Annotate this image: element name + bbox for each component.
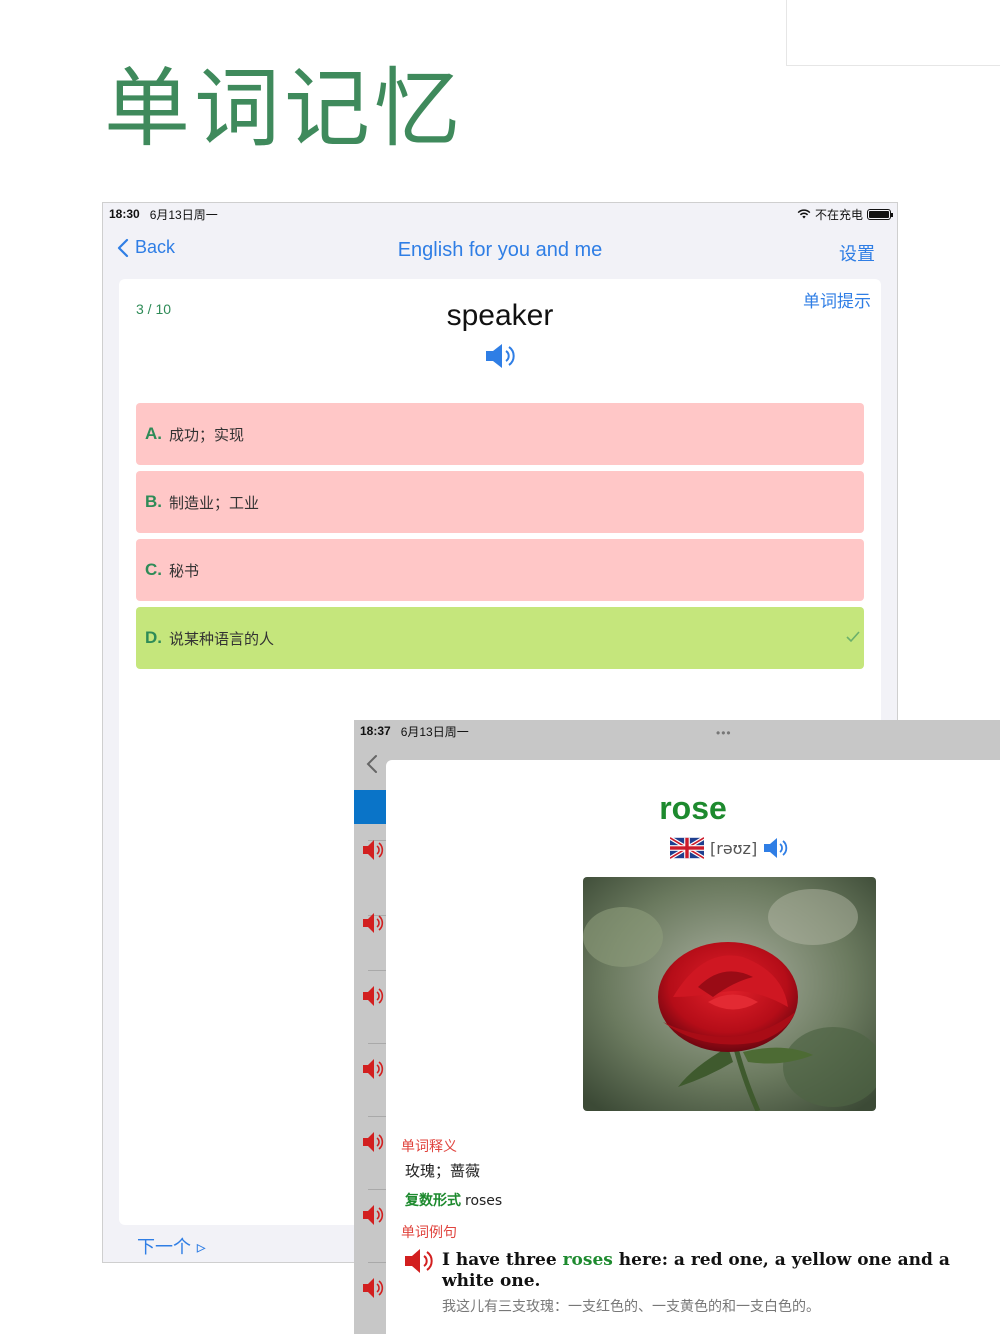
example-text: I have three <box>442 1250 563 1270</box>
nav-title: English for you and me <box>397 239 603 261</box>
option-d[interactable]: D. 说某种语言的人 <box>136 607 864 669</box>
uk-flag-icon <box>670 837 704 859</box>
option-c[interactable]: C. 秘书 <box>136 539 864 601</box>
example-translation: 我这儿有三支玫瑰：一支红色的、一支黄色的和一支白色的。 <box>442 1299 820 1315</box>
option-text: 制造业；工业 <box>169 493 260 512</box>
speaker-icon[interactable] <box>763 836 789 860</box>
option-a[interactable]: A. 成功；实现 <box>136 403 864 465</box>
nav-bar: Back English for you and me 设置 <box>103 231 897 271</box>
option-letter: C. <box>145 560 162 579</box>
wifi-icon <box>797 209 811 219</box>
battery-icon <box>867 208 893 220</box>
corner-card <box>786 0 1000 66</box>
plural-row: 复数形式 roses <box>405 1190 502 1210</box>
plural-label: 复数形式 <box>405 1193 461 1209</box>
speaker-icon[interactable] <box>362 1203 384 1227</box>
speaker-icon[interactable] <box>362 1057 384 1081</box>
chevron-left-icon[interactable] <box>366 754 378 774</box>
charging-status: 不在充电 <box>814 207 863 222</box>
status-bar: 18:30 6月13日周一 不在充电 <box>103 203 897 225</box>
detail-word: rose <box>659 790 727 826</box>
plural-value: roses <box>465 1193 503 1209</box>
word-detail-screen: 18:37 6月13日周一 ••• rose [rəʊz] 单词释义 玫瑰；蔷薇… <box>354 720 1000 1334</box>
status-time: 18:37 <box>360 724 391 738</box>
option-text: 成功；实现 <box>169 425 245 444</box>
options-list: A. 成功；实现 B. 制造业；工业 C. 秘书 D. 说某种语言的人 <box>136 403 864 675</box>
option-b[interactable]: B. 制造业；工业 <box>136 471 864 533</box>
status-time: 18:30 <box>109 207 140 221</box>
row-divider <box>368 1262 386 1263</box>
speaker-icon[interactable] <box>362 1276 384 1300</box>
settings-button[interactable]: 设置 <box>839 240 875 266</box>
speaker-icon[interactable] <box>362 984 384 1008</box>
row-divider <box>368 1189 386 1190</box>
option-text: 秘书 <box>169 561 200 580</box>
meaning-label: 单词释义 <box>401 1139 457 1155</box>
multitask-dots-icon[interactable]: ••• <box>716 726 732 740</box>
phonetic-text: [rəʊz] <box>710 838 758 858</box>
checkmark-icon <box>846 631 860 643</box>
row-divider <box>368 970 386 971</box>
example-sentence: I have three roses here: a red one, a ye… <box>442 1250 986 1292</box>
speaker-icon[interactable] <box>362 838 384 862</box>
row-divider <box>368 1043 386 1044</box>
option-letter: A. <box>145 424 162 443</box>
status-bar: 18:37 6月13日周一 <box>354 720 1000 742</box>
speaker-icon[interactable] <box>484 341 518 371</box>
example-label: 单词例句 <box>401 1225 457 1241</box>
pronunciation-row: [rəʊz] <box>670 836 789 860</box>
word-hint-button[interactable]: 单词提示 <box>803 287 871 312</box>
hero-title: 单词记忆 <box>104 59 464 159</box>
example-highlight: roses <box>562 1250 613 1270</box>
rose-image <box>583 877 876 1111</box>
word-card: rose [rəʊz] 单词释义 玫瑰；蔷薇 复数形式 roses 单词例句 I… <box>386 760 1000 1334</box>
selected-row-indicator <box>354 790 386 824</box>
option-letter: D. <box>145 628 162 647</box>
option-letter: B. <box>145 492 162 511</box>
status-date: 6月13日周一 <box>149 207 218 222</box>
speaker-icon[interactable] <box>362 911 384 935</box>
next-button[interactable]: 下一个 ▹ <box>137 1233 206 1259</box>
meaning-text: 玫瑰；蔷薇 <box>405 1162 481 1180</box>
quiz-word: speaker <box>446 299 554 332</box>
status-date: 6月13日周一 <box>400 724 469 739</box>
speaker-icon[interactable] <box>404 1246 436 1276</box>
option-text: 说某种语言的人 <box>169 629 275 648</box>
speaker-icon[interactable] <box>362 1130 384 1154</box>
row-divider <box>368 1116 386 1117</box>
